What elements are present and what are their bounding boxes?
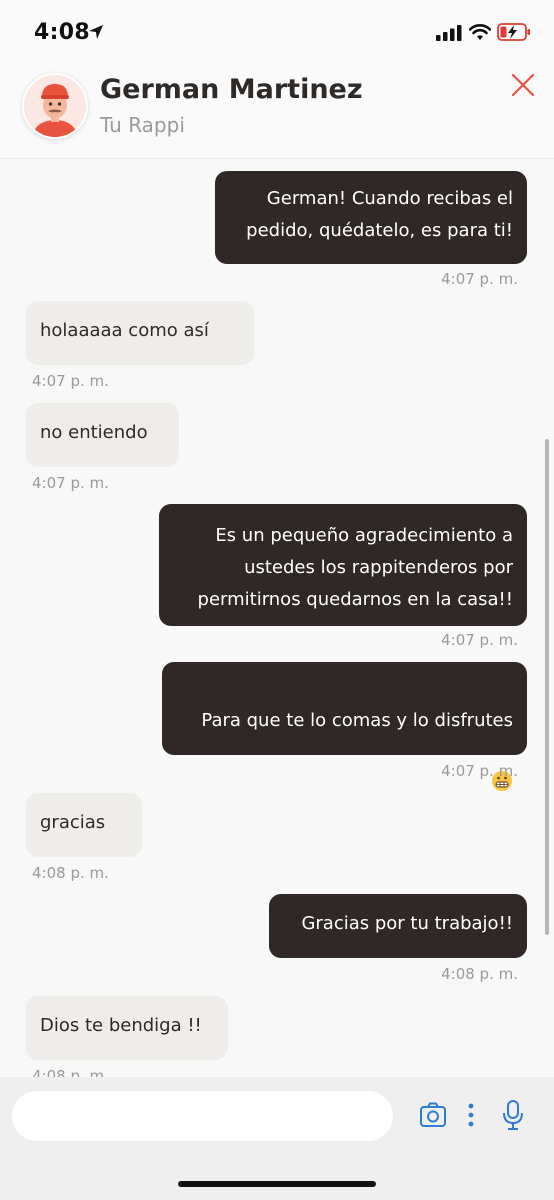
- message-timestamp: 4:07 p. m.: [32, 474, 109, 492]
- chat-header: German Martinez Tu Rappi: [0, 60, 554, 159]
- avatar: [22, 73, 88, 139]
- contact-name: German Martinez: [100, 74, 363, 105]
- chat-scrollbar[interactable]: [545, 439, 549, 935]
- message-timestamp: 4:07 p. m.: [32, 372, 109, 390]
- message-bubble-incoming: gracias: [26, 793, 142, 857]
- message-bubble-incoming: Dios te bendiga !!: [26, 996, 228, 1060]
- message-timestamp: 4:08 p. m.: [32, 1067, 109, 1077]
- message-bubble-outgoing: Para que te lo comas y lo disfrutes: [162, 662, 527, 791]
- message-timestamp: 4:07 p. m.: [441, 762, 518, 780]
- chat-thread[interactable]: German! Cuando recibas el pedido, quédat…: [0, 159, 554, 1077]
- status-time: 4:08: [34, 20, 90, 45]
- close-icon[interactable]: [508, 70, 538, 100]
- location-arrow-icon: [89, 25, 103, 39]
- composer-bar: [0, 1077, 554, 1200]
- signal-icon: [436, 25, 462, 41]
- camera-icon[interactable]: [419, 1101, 447, 1129]
- message-input[interactable]: [12, 1091, 393, 1141]
- home-indicator[interactable]: [178, 1181, 376, 1187]
- microphone-icon[interactable]: [502, 1099, 524, 1131]
- wifi-icon: [469, 24, 491, 40]
- message-timestamp: 4:07 p. m.: [441, 631, 518, 649]
- status-bar: 4:08: [0, 0, 554, 60]
- courier-avatar-icon: [24, 75, 86, 137]
- message-bubble-incoming: holaaaaa como así: [26, 301, 254, 365]
- more-vertical-icon[interactable]: [465, 1101, 477, 1129]
- message-timestamp: 4:08 p. m.: [32, 864, 109, 882]
- message-bubble-incoming: no entiendo: [26, 403, 179, 467]
- message-timestamp: 4:07 p. m.: [441, 270, 518, 288]
- message-bubble-outgoing: Es un pequeño agradecimiento a ustedes l…: [159, 504, 527, 626]
- message-text: Para que te lo comas y lo disfrutes: [201, 710, 513, 731]
- contact-subtitle: Tu Rappi: [100, 113, 185, 137]
- message-timestamp: 4:08 p. m.: [441, 965, 518, 983]
- message-bubble-outgoing: Gracias por tu trabajo!!: [269, 894, 527, 958]
- message-bubble-outgoing: German! Cuando recibas el pedido, quédat…: [215, 171, 527, 264]
- battery-charging-icon: [497, 23, 530, 41]
